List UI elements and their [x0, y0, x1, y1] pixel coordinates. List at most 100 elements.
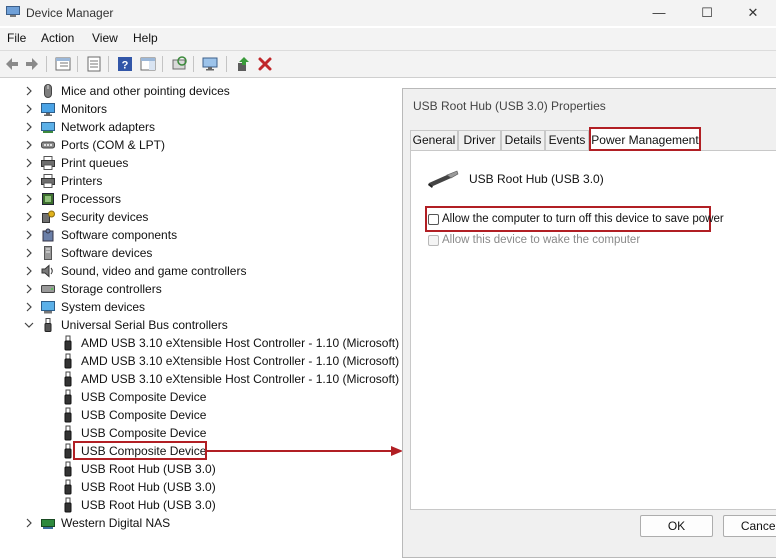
turn-off-device-label[interactable]: Allow the computer to turn off this devi…: [442, 213, 724, 225]
tree-category[interactable]: Monitors: [0, 100, 400, 118]
tree-category[interactable]: Storage controllers: [0, 280, 400, 298]
device-name: USB Root Hub (USB 3.0): [469, 172, 604, 186]
properties-sheet-icon[interactable]: [85, 55, 103, 73]
network-adapter-icon: [40, 119, 56, 135]
uninstall-x-icon[interactable]: [256, 55, 274, 73]
printer-icon: [40, 173, 56, 189]
tree-item-label: Software devices: [61, 246, 153, 260]
tree-device[interactable]: USB Root Hub (USB 3.0): [0, 496, 400, 514]
puzzle-icon: [40, 227, 56, 243]
wake-computer-label: Allow this device to wake the computer: [442, 234, 641, 246]
monitor-icon: [40, 101, 56, 117]
tree-item-label: USB Root Hub (USB 3.0): [81, 498, 216, 512]
forward-arrow-icon[interactable]: [23, 55, 41, 73]
chevron-right-icon[interactable]: [24, 517, 34, 529]
tree-category[interactable]: Western Digital NAS: [0, 514, 400, 532]
chevron-right-icon[interactable]: [24, 229, 34, 241]
chevron-right-icon[interactable]: [24, 175, 34, 187]
tree-device[interactable]: USB Composite Device: [0, 424, 400, 442]
menu-bar: File Action View Help: [0, 28, 776, 51]
tree-category[interactable]: Software devices: [0, 244, 400, 262]
chevron-right-icon[interactable]: [24, 211, 34, 223]
tree-category[interactable]: Ports (COM & LPT): [0, 136, 400, 154]
toolbar: ?: [0, 51, 776, 78]
tree-category[interactable]: Printers: [0, 172, 400, 190]
chevron-right-icon[interactable]: [24, 103, 34, 115]
menu-action[interactable]: Action: [41, 31, 74, 45]
tree-category[interactable]: Sound, video and game controllers: [0, 262, 400, 280]
back-arrow-icon[interactable]: [3, 55, 21, 73]
minimize-button[interactable]: —: [636, 0, 682, 26]
chevron-right-icon[interactable]: [24, 157, 34, 169]
tree-item-label: Software components: [61, 228, 178, 242]
tree-category[interactable]: System devices: [0, 298, 400, 316]
close-button[interactable]: ✕: [730, 0, 776, 26]
nas-icon: [40, 515, 56, 531]
chevron-right-icon[interactable]: [24, 85, 34, 97]
dialog-title: USB Root Hub (USB 3.0) Properties: [413, 99, 606, 113]
chevron-right-icon[interactable]: [24, 265, 34, 277]
tab-general[interactable]: General: [410, 130, 458, 150]
chevron-right-icon[interactable]: [24, 301, 34, 313]
tree-item-label: Universal Serial Bus controllers: [61, 318, 228, 332]
tree-item-label: Security devices: [61, 210, 149, 224]
chevron-right-icon[interactable]: [24, 247, 34, 259]
system-device-icon: [40, 299, 56, 315]
chevron-right-icon[interactable]: [24, 121, 34, 133]
maximize-button[interactable]: ☐: [684, 0, 730, 26]
tree-device[interactable]: AMD USB 3.10 eXtensible Host Controller …: [0, 352, 400, 370]
usb-plug-icon: [60, 389, 76, 405]
tree-category[interactable]: Mice and other pointing devices: [0, 82, 400, 100]
tree-device[interactable]: USB Root Hub (USB 3.0): [0, 460, 400, 478]
tree-device[interactable]: USB Composite Device: [0, 406, 400, 424]
tree-category[interactable]: Print queues: [0, 154, 400, 172]
usb-plug-icon: [60, 425, 76, 441]
chevron-right-icon[interactable]: [24, 283, 34, 295]
menu-file[interactable]: File: [7, 31, 26, 45]
tree-category[interactable]: Network adapters: [0, 118, 400, 136]
tree-item-label: Sound, video and game controllers: [61, 264, 247, 278]
title-bar: Device Manager — ☐ ✕: [0, 0, 776, 26]
tree-device[interactable]: USB Composite Device: [0, 388, 400, 406]
tree-device[interactable]: AMD USB 3.10 eXtensible Host Controller …: [0, 370, 400, 388]
menu-help[interactable]: Help: [133, 31, 158, 45]
chevron-right-icon[interactable]: [24, 193, 34, 205]
usb-plug-icon: [60, 371, 76, 387]
menu-view[interactable]: View: [92, 31, 118, 45]
tree-item-label: Western Digital NAS: [61, 516, 171, 530]
tree-item-label: Ports (COM & LPT): [61, 138, 166, 152]
update-driver-icon[interactable]: [234, 55, 252, 73]
chevron-down-icon[interactable]: [24, 319, 34, 331]
turn-off-device-checkbox[interactable]: [428, 214, 439, 225]
tree-category[interactable]: Security devices: [0, 208, 400, 226]
tree-item-label: AMD USB 3.10 eXtensible Host Controller …: [81, 354, 400, 368]
annotation-arrow: [207, 446, 403, 456]
usb-plug-icon: [60, 335, 76, 351]
tab-driver[interactable]: Driver: [458, 130, 501, 150]
usb-plug-icon: [60, 461, 76, 477]
action-pane-icon[interactable]: [139, 55, 157, 73]
tree-item-label: Processors: [61, 192, 122, 206]
tree-device[interactable]: USB Root Hub (USB 3.0): [0, 478, 400, 496]
properties-dialog: USB Root Hub (USB 3.0) Properties Genera…: [402, 88, 776, 558]
tree-category[interactable]: Universal Serial Bus controllers: [0, 316, 400, 334]
tree-item-label: Print queues: [61, 156, 129, 170]
usb-plug-icon: [60, 479, 76, 495]
tree-category[interactable]: Software components: [0, 226, 400, 244]
chevron-right-icon[interactable]: [24, 139, 34, 151]
usb-connector-icon: [428, 170, 459, 188]
tree-view-icon[interactable]: [54, 55, 72, 73]
tab-details[interactable]: Details: [501, 130, 545, 150]
monitor-icon[interactable]: [201, 55, 219, 73]
tree-category[interactable]: Processors: [0, 190, 400, 208]
ok-button[interactable]: OK: [640, 515, 713, 537]
tab-events[interactable]: Events: [545, 130, 589, 150]
scan-hardware-icon[interactable]: [170, 55, 188, 73]
tree-device[interactable]: AMD USB 3.10 eXtensible Host Controller …: [0, 334, 400, 352]
tree-item-label: USB Composite Device: [81, 426, 207, 440]
port-icon: [40, 137, 56, 153]
tree-item-label: AMD USB 3.10 eXtensible Host Controller …: [81, 336, 400, 350]
cancel-button[interactable]: Cancel: [723, 515, 776, 537]
tab-power-management[interactable]: Power Management: [589, 127, 701, 151]
help-icon[interactable]: ?: [116, 55, 134, 73]
